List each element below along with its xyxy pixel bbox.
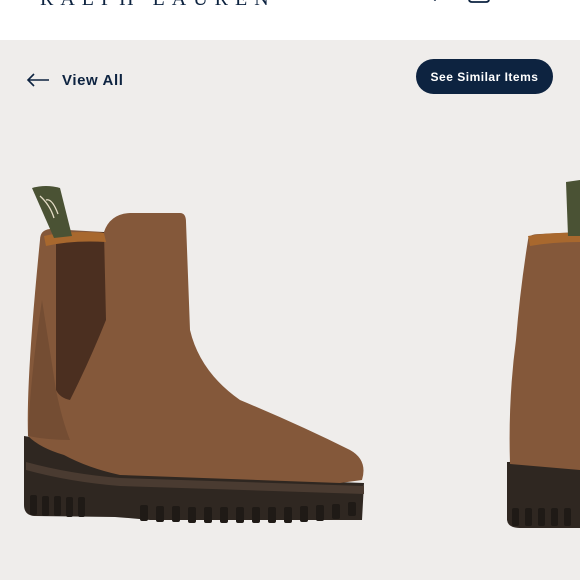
second-pull-tab: [566, 180, 580, 236]
back-link[interactable]: View All: [26, 70, 124, 90]
chelsea-boot-main: [24, 186, 364, 523]
back-link-label: View All: [62, 71, 124, 89]
see-similar-items-button[interactable]: See Similar Items: [416, 59, 553, 94]
chelsea-boot-second: [507, 180, 580, 528]
arrow-left-icon: [26, 73, 49, 87]
second-boot-upper: [509, 232, 580, 470]
